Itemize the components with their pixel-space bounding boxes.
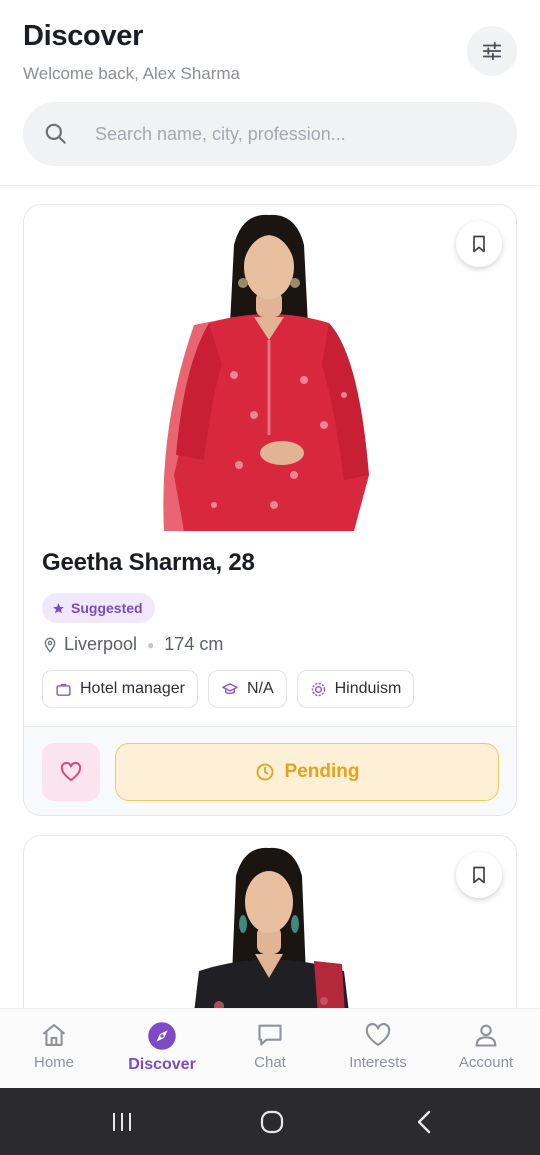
chip-religion: Hinduism [296,670,415,708]
welcome-subtitle: Welcome back, Alex Sharma [23,64,240,83]
chip-profession: Hotel manager [42,670,198,708]
nav-label: Discover [128,1056,196,1073]
recent-apps-button[interactable] [106,1106,138,1138]
nav-interests[interactable]: Interests [324,1009,432,1088]
nav-chat[interactable]: Chat [216,1009,324,1088]
nav-home[interactable]: Home [0,1009,108,1088]
nav-account[interactable]: Account [432,1009,540,1088]
heart-icon [365,1023,391,1046]
profile-photo[interactable] [24,836,516,1008]
star-icon [53,602,64,613]
page-title: Discover [23,20,144,52]
search-input[interactable] [95,116,495,152]
profile-photo-illustration [194,847,349,1008]
profile-name-age[interactable]: Geetha Sharma, 28 [42,549,255,577]
search-bar[interactable] [23,102,517,166]
profile-location: Liverpool [64,634,138,654]
profile-feed[interactable]: Geetha Sharma, 28 Suggested Liverpool ● … [0,187,540,1008]
profile-height: 174 cm [164,634,224,654]
bookmark-button[interactable] [456,221,502,267]
nav-discover[interactable]: Discover [108,1009,216,1088]
sliders-icon [482,41,502,61]
nav-label: Account [458,1054,514,1071]
recent-apps-icon [113,1113,131,1131]
chat-icon [258,1024,282,1046]
search-icon [45,123,66,144]
profile-meta: Liverpool ● 174 cm [42,634,223,655]
card-actions: Pending [24,726,516,815]
heart-icon [60,761,82,781]
profile-photo-illustration [163,214,369,531]
badge-label: Suggested [71,600,143,616]
back-button[interactable] [408,1106,440,1138]
religion-icon [311,682,325,696]
like-button[interactable] [42,743,100,801]
chip-label: N/A [246,680,274,697]
back-chevron-icon [417,1110,431,1134]
nav-label: Chat [254,1054,286,1071]
pending-status-button[interactable]: Pending [115,743,499,801]
clock-icon [256,763,273,781]
app-header: Discover Welcome back, Alex Sharma [0,0,540,186]
chip-education: N/A [207,670,287,708]
suggested-badge: Suggested [42,593,155,623]
bottom-navigation: Home Discover Chat Interests Account [0,1008,540,1088]
nav-label: Interests [349,1054,407,1071]
chip-label: Hinduism [334,680,402,697]
profile-card[interactable] [23,835,517,1008]
pending-label: Pending [284,761,360,782]
bookmark-icon [473,235,485,253]
compass-icon [148,1022,176,1050]
chip-label: Hotel manager [80,680,185,697]
location-pin-icon [44,637,56,653]
home-system-button[interactable] [256,1106,288,1138]
bookmark-icon [473,866,485,884]
meta-separator: ● [147,637,155,652]
bookmark-button[interactable] [456,852,502,898]
briefcase-icon [56,683,71,696]
filter-button[interactable] [467,26,517,76]
android-system-bar [0,1088,540,1155]
nav-label: Home [33,1054,74,1071]
graduation-cap-icon [222,682,238,694]
profile-chips: Hotel manager N/A Hinduism [42,670,415,708]
profile-card[interactable]: Geetha Sharma, 28 Suggested Liverpool ● … [23,204,517,816]
user-icon [475,1024,497,1047]
profile-photo[interactable] [24,205,516,531]
home-circle-icon [260,1110,284,1134]
home-icon [42,1024,66,1046]
